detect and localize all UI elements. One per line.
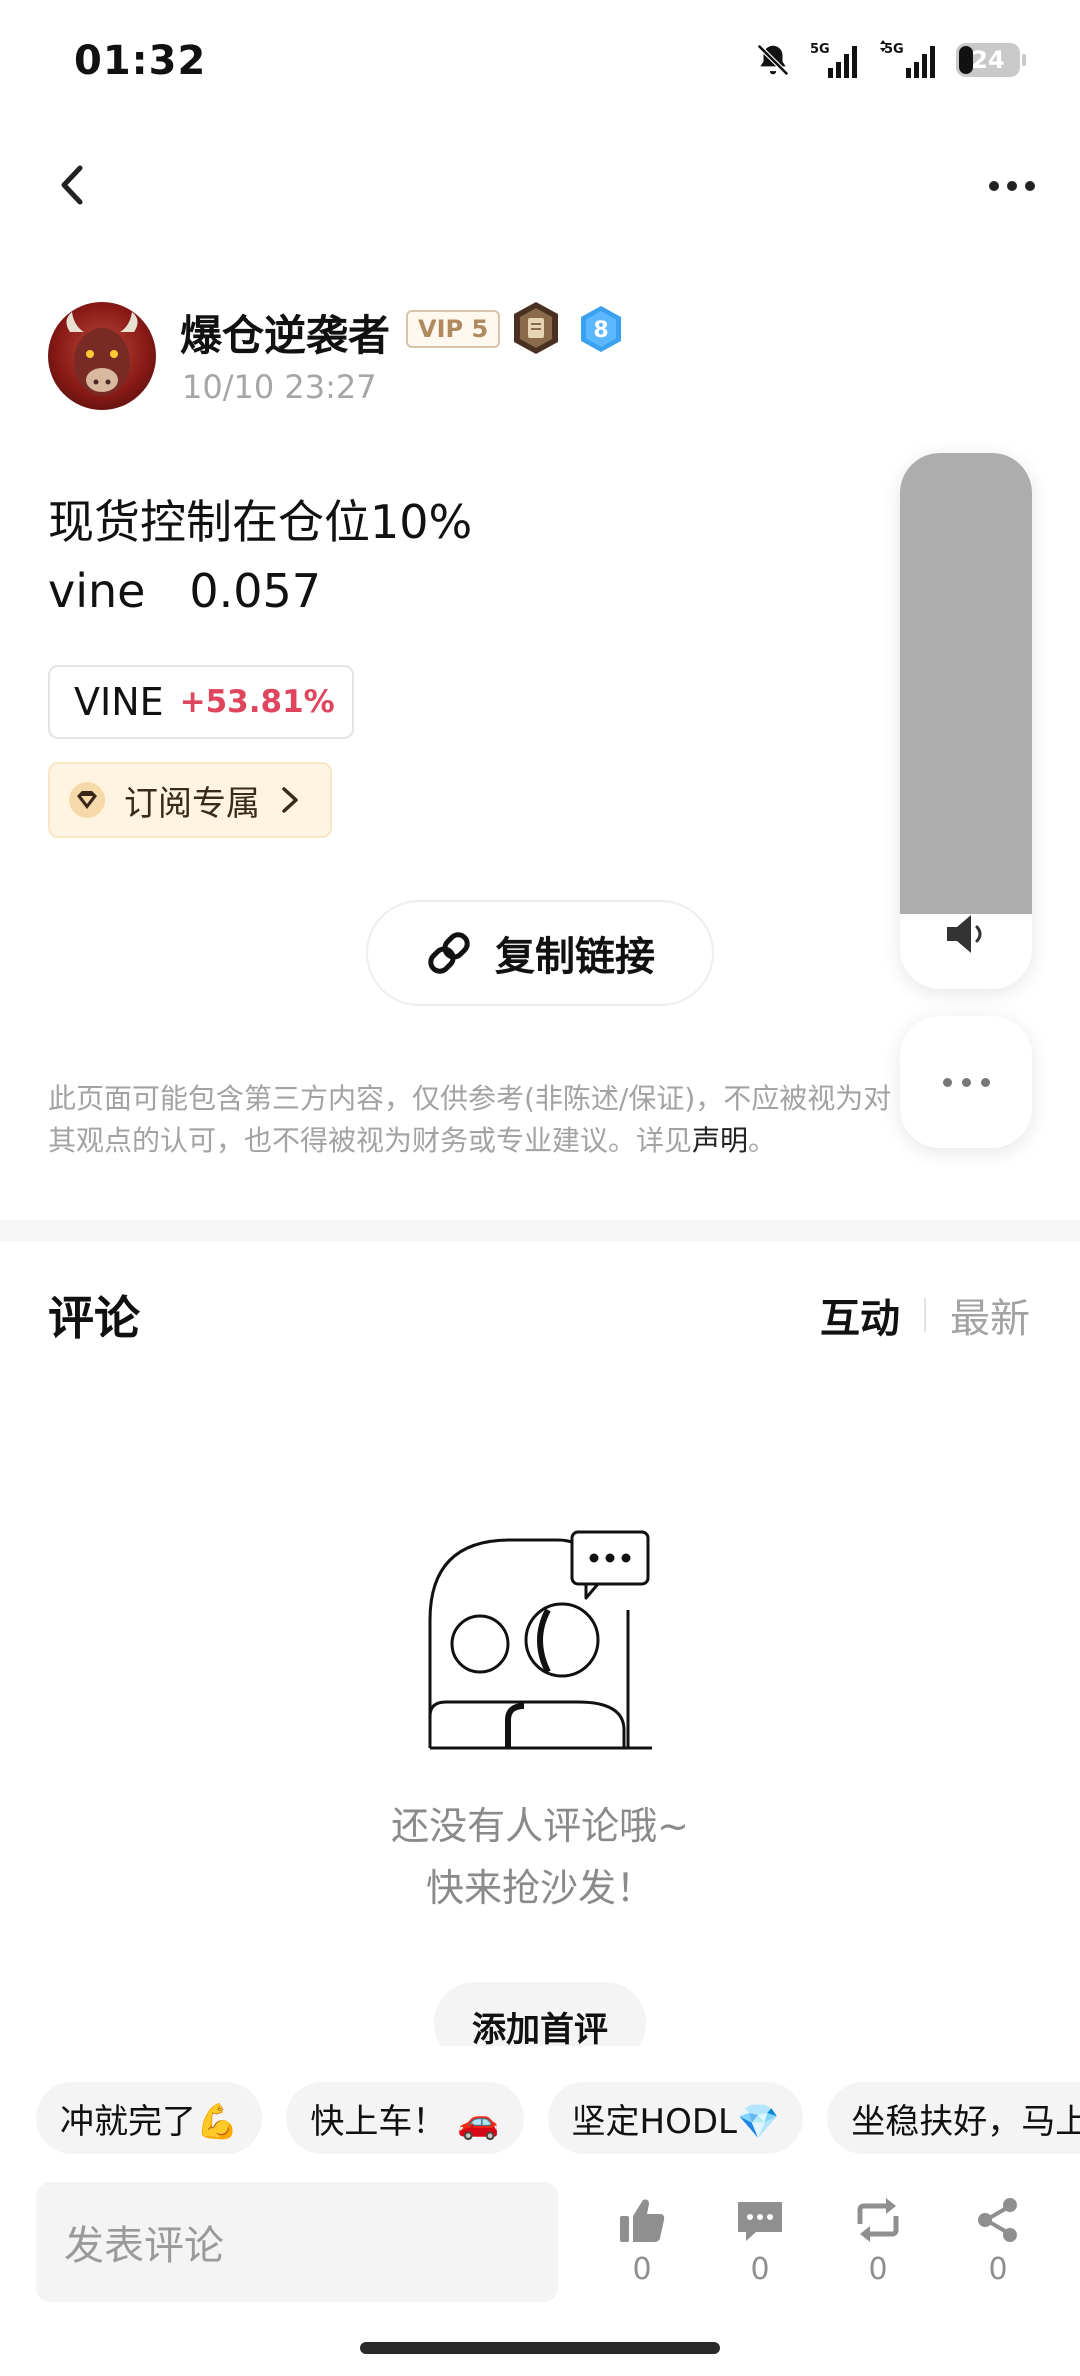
comment-count: 0 bbox=[750, 2252, 770, 2287]
signal-5g-icon: 5G bbox=[810, 42, 857, 78]
diamond-icon bbox=[69, 782, 105, 818]
svg-text:5G: 5G bbox=[884, 42, 904, 57]
repost-button[interactable]: 0 bbox=[838, 2194, 918, 2287]
add-first-comment-label: 添加首评 bbox=[472, 2010, 608, 2050]
tab-interactive[interactable]: 互动 bbox=[820, 1286, 900, 1344]
empty-comments-text: 还没有人评论哦~ 快来抢沙发！ bbox=[340, 1795, 740, 1919]
status-icons: 5G 5G 24 bbox=[754, 40, 1026, 80]
link-icon bbox=[428, 932, 470, 974]
vip-badge: VIP 5 bbox=[406, 310, 501, 348]
share-button[interactable]: 0 bbox=[958, 2194, 1038, 2287]
like-button[interactable]: 0 bbox=[602, 2194, 682, 2287]
quick-reply-chip[interactable]: 快上车！ 🚗 bbox=[286, 2082, 524, 2154]
quick-reply-bar: 冲就完了💪 快上车！ 🚗 坚定HODL💎 坐稳扶好，马上起飞 bbox=[36, 2082, 1080, 2154]
section-divider bbox=[0, 1220, 1080, 1242]
avatar[interactable] bbox=[48, 302, 156, 410]
copy-link-label: 复制链接 bbox=[495, 934, 655, 980]
ticker-chip[interactable]: VINE +53.81% bbox=[48, 665, 354, 739]
bull-avatar-icon bbox=[66, 312, 138, 396]
svg-text:8: 8 bbox=[593, 318, 608, 343]
home-indicator[interactable] bbox=[360, 2342, 720, 2354]
status-time: 01:32 bbox=[74, 38, 207, 84]
disclaimer-link[interactable]: 声明 bbox=[692, 1124, 748, 1157]
bell-off-icon bbox=[757, 44, 789, 76]
repost-count: 0 bbox=[868, 2252, 888, 2287]
volume-icon bbox=[947, 915, 982, 953]
quick-reply-chip[interactable]: 坐稳扶好，马上起飞 bbox=[827, 2082, 1080, 2154]
thumbs-up-icon bbox=[620, 2199, 665, 2242]
subscribe-label: 订阅专属 bbox=[124, 783, 260, 824]
battery-level: 24 bbox=[971, 46, 1005, 74]
chevron-right-icon bbox=[282, 787, 298, 813]
battery-icon: 24 bbox=[956, 43, 1026, 77]
empty-line: 还没有人评论哦~ bbox=[391, 1804, 689, 1848]
more-dot bbox=[942, 1077, 952, 1087]
quick-reply-chip[interactable]: 坚定HODL💎 bbox=[547, 2082, 804, 2154]
more-dot bbox=[1025, 181, 1035, 191]
quick-reply-chip[interactable]: 冲就完了💪 bbox=[36, 2082, 263, 2154]
ticker-change: +53.81% bbox=[179, 684, 335, 720]
subscribe-exclusive-button[interactable]: 订阅专属 bbox=[48, 762, 332, 838]
copy-link-button[interactable]: 复制链接 bbox=[366, 900, 714, 1006]
svg-text:5G: 5G bbox=[810, 42, 830, 57]
author-name[interactable]: 爆仓逆袭者 bbox=[180, 302, 390, 363]
comment-sort-tabs: 互动 最新 bbox=[820, 1286, 1030, 1344]
empty-line: 快来抢沙发！ bbox=[425, 1866, 654, 1910]
overlay-more-button[interactable] bbox=[900, 1016, 1032, 1148]
like-count: 0 bbox=[632, 2252, 652, 2287]
post-text-line: 现货控制在仓位10% bbox=[48, 495, 473, 549]
post-text-line: vine 0.057 bbox=[48, 564, 322, 618]
comments-title: 评论 bbox=[48, 1291, 140, 1345]
comment-icon bbox=[738, 2202, 782, 2241]
ticker-symbol: VINE bbox=[74, 680, 164, 724]
repost-icon bbox=[857, 2198, 899, 2242]
level-badge: 8 bbox=[578, 304, 624, 354]
more-dot bbox=[1007, 181, 1017, 191]
tab-divider bbox=[924, 1298, 926, 1332]
more-button[interactable] bbox=[980, 164, 1044, 208]
comment-input[interactable]: 发表评论 bbox=[36, 2182, 558, 2302]
comment-button[interactable]: 0 bbox=[720, 2194, 800, 2287]
disclaimer: 此页面可能包含第三方内容，仅供参考(非陈述/保证)，不应被视为对其观点的认可，也… bbox=[48, 1078, 908, 1162]
more-dot bbox=[961, 1077, 971, 1087]
back-button[interactable] bbox=[48, 160, 98, 210]
signal-5g-icon: 5G bbox=[880, 40, 935, 78]
tab-latest[interactable]: 最新 bbox=[950, 1286, 1030, 1344]
disclaimer-end: 。 bbox=[748, 1124, 777, 1157]
more-dot bbox=[989, 181, 999, 191]
empty-comments-illustration bbox=[428, 1530, 652, 1750]
share-icon bbox=[978, 2198, 1017, 2242]
rank-badge-icon bbox=[510, 300, 562, 356]
share-count: 0 bbox=[988, 2252, 1008, 2287]
volume-level-fill bbox=[900, 453, 1032, 914]
more-dot bbox=[980, 1077, 990, 1087]
post-time: 10/10 23:27 bbox=[182, 368, 377, 406]
volume-slider[interactable] bbox=[900, 453, 1032, 989]
chevron-left-icon bbox=[61, 165, 83, 205]
